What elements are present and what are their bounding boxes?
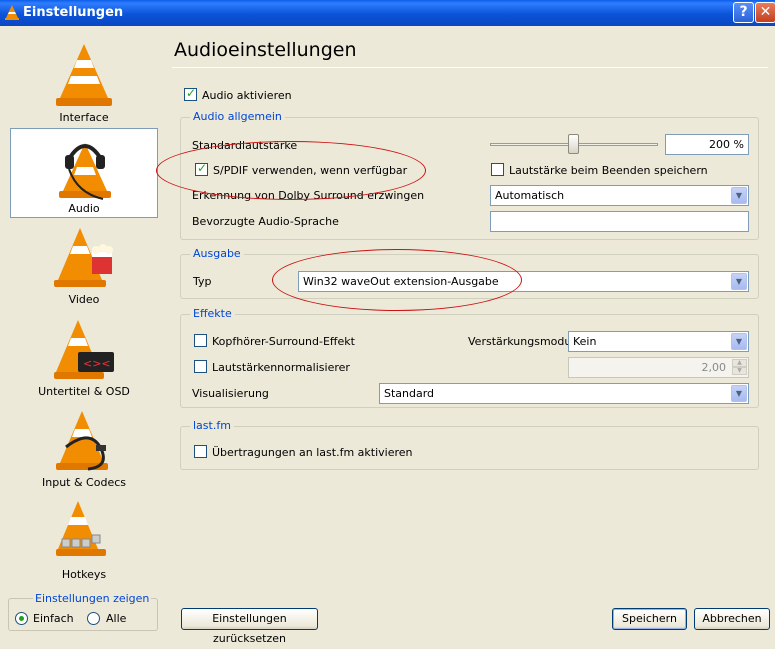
annotation-ellipse-output (272, 249, 522, 311)
gain-mode-select[interactable]: Kein ▼ (568, 331, 749, 352)
lastfm-legend: last.fm (190, 419, 234, 432)
normalizer-checkbox[interactable] (194, 360, 207, 373)
nav-item-video[interactable]: Video (10, 220, 158, 310)
nav-label-subtitles: Untertitel & OSD (38, 385, 130, 398)
visualization-label: Visualisierung (192, 387, 269, 400)
title-divider (172, 67, 768, 68)
vlc-cone-icon (5, 5, 19, 20)
simple-radio[interactable] (15, 612, 28, 625)
enable-audio-label: Audio aktivieren (202, 89, 292, 102)
simple-radio-label: Einfach (33, 612, 74, 625)
spin-arrows-icon: ▲ ▼ (732, 359, 747, 376)
effects-legend: Effekte (190, 307, 235, 320)
gain-mode-label: Verstärkungsmodus (468, 335, 578, 348)
show-settings-legend: Einstellungen zeigen (33, 592, 152, 605)
normalizer-value: 2,00 (701, 361, 727, 374)
vlc-interface-icon (56, 44, 112, 106)
vlc-input-codecs-icon (56, 411, 108, 471)
all-radio[interactable] (87, 612, 100, 625)
nav-item-hotkeys[interactable]: Hotkeys (10, 495, 158, 585)
language-input[interactable] (490, 211, 749, 232)
output-type-label: Typ (193, 275, 212, 288)
nav-label-input-codecs: Input & Codecs (42, 476, 126, 489)
save-volume-label: Lautstärke beim Beenden speichern (509, 164, 708, 177)
save-volume-checkbox[interactable] (491, 163, 504, 176)
lastfm-checkbox[interactable] (194, 445, 207, 458)
all-radio-label: Alle (106, 612, 127, 625)
chevron-down-icon: ▼ (731, 333, 747, 350)
volume-slider-handle[interactable] (568, 134, 579, 154)
lastfm-label: Übertragungen an last.fm aktivieren (212, 446, 413, 459)
nav-item-input-codecs[interactable]: Input & Codecs (10, 403, 158, 493)
visualization-select[interactable]: Standard ▼ (379, 383, 749, 404)
nav-label-video: Video (68, 293, 100, 306)
normalizer-spinbox[interactable]: 2,00 ▲ ▼ (568, 357, 749, 378)
volume-input[interactable]: 200 % (665, 134, 749, 155)
language-label: Bevorzugte Audio-Sprache (192, 215, 339, 228)
close-button[interactable]: ✕ (755, 2, 775, 23)
svg-text:<><: <>< (83, 357, 111, 370)
nav-item-interface[interactable]: Interface (10, 38, 158, 128)
vlc-subtitles-icon: <>< (54, 320, 114, 379)
preferences-window: Einstellungen ? ✕ Interface Audio Video … (0, 0, 775, 645)
help-button[interactable]: ? (733, 2, 754, 23)
vlc-hotkeys-icon (56, 501, 106, 556)
window-title: Einstellungen (23, 5, 124, 20)
chevron-down-icon: ▼ (731, 273, 747, 290)
title-bar[interactable]: Einstellungen ? ✕ (0, 0, 775, 26)
chevron-down-icon: ▼ (731, 385, 747, 402)
dolby-select-value: Automatisch (495, 189, 565, 202)
annotation-ellipse-spdif (156, 141, 426, 200)
page-title: Audioeinstellungen (174, 39, 357, 61)
output-legend: Ausgabe (190, 247, 244, 260)
cancel-button[interactable]: Abbrechen (694, 608, 770, 630)
enable-audio-checkbox[interactable] (184, 86, 197, 101)
chevron-down-icon: ▼ (731, 187, 747, 204)
general-legend: Audio allgemein (190, 110, 285, 123)
nav-label-audio: Audio (68, 202, 100, 215)
headphone-surround-checkbox[interactable] (194, 334, 207, 347)
show-settings-group: Einstellungen zeigen Einfach Alle (8, 592, 158, 631)
reset-button[interactable]: Einstellungen zurücksetzen (181, 608, 318, 645)
headphone-surround-label: Kopfhörer-Surround-Effekt (212, 335, 355, 348)
gain-mode-value: Kein (573, 335, 597, 348)
nav-label-hotkeys: Hotkeys (61, 568, 107, 581)
normalizer-label: Lautstärkennormalisierer (212, 361, 350, 374)
nav-item-audio[interactable]: Audio (10, 128, 158, 218)
dolby-select[interactable]: Automatisch ▼ (490, 185, 749, 206)
save-button[interactable]: Speichern (612, 608, 687, 630)
vlc-video-icon (54, 228, 113, 287)
visualization-value: Standard (384, 387, 435, 400)
nav-label-interface: Interface (59, 111, 109, 124)
nav-item-subtitles[interactable]: <>< Untertitel & OSD (10, 312, 158, 402)
vlc-headphones-icon (59, 143, 111, 200)
